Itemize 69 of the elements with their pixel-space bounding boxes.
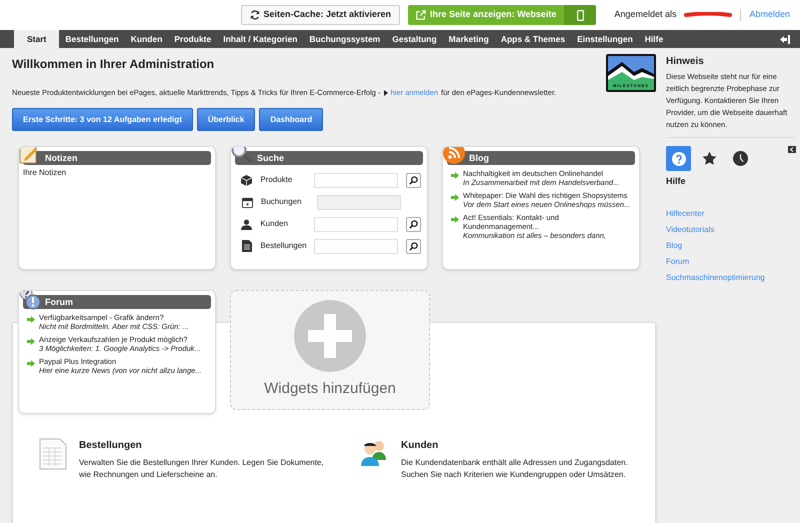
nav-tab[interactable]: Einstellungen (571, 30, 639, 48)
search-label: Produkte (260, 174, 294, 186)
widget-header: Suche (235, 151, 423, 166)
nav-tab[interactable]: Apps & Themes (494, 30, 572, 48)
notepad-icon (19, 147, 39, 164)
notice-title: Hinweis (666, 55, 705, 69)
search-label: Bestellungen (260, 240, 308, 252)
nav-tab[interactable]: Gestaltung (386, 30, 443, 48)
arrow-icon (451, 194, 459, 202)
section-title[interactable]: Kunden (401, 438, 649, 454)
action-button[interactable]: Überblick (196, 108, 256, 132)
nav-tab[interactable]: Bestellungen (59, 30, 125, 48)
refresh-icon (250, 10, 260, 20)
nav-tab[interactable]: Marketing (442, 30, 495, 48)
mobile-view-button[interactable] (564, 5, 596, 25)
logout-icon (780, 34, 790, 44)
section-description: Die Kundendatenbank enthält alle Adressen und Zugangsdaten. Suchen Sie nach Kriterien wie Kundengruppen oder Umsätzen. (401, 457, 629, 482)
help-title: Hilfe (666, 175, 687, 188)
arrow-icon (451, 216, 459, 224)
search-field[interactable] (314, 238, 398, 254)
nav-tab[interactable]: Inhalt / Kategorien (217, 30, 304, 48)
widget-header: Blog (447, 151, 635, 166)
clock-icon (733, 151, 748, 166)
arrow-icon (27, 360, 35, 368)
search-button[interactable] (406, 216, 421, 232)
calendar-icon (242, 196, 252, 208)
help-icon (672, 152, 686, 166)
person-icon (241, 218, 252, 230)
widget-header: Notizen (23, 151, 211, 166)
nav-tab[interactable]: Kunden (124, 30, 168, 48)
logged-in-label: Angemeldet als (614, 8, 676, 22)
add-widget-button[interactable]: Widgets hinzufügen (230, 290, 430, 410)
search-label: Kunden (260, 218, 289, 230)
magnifier-icon (231, 147, 253, 164)
star-icon (702, 151, 717, 166)
nav-tab[interactable]: Hilfe (638, 30, 670, 48)
search-field[interactable] (314, 172, 398, 188)
search-icon (409, 176, 418, 185)
action-button[interactable]: Dashboard (259, 108, 324, 132)
box-icon (241, 174, 252, 186)
phone-icon (576, 10, 584, 20)
nav-tab[interactable]: Buchungssystem (303, 30, 386, 48)
notes-text[interactable]: Ihre Notizen (19, 165, 215, 180)
document-icon (242, 240, 252, 252)
search-icon (409, 220, 418, 229)
cache-button[interactable]: Seiten-Cache: Jetzt aktivieren (240, 5, 400, 25)
caret-icon (384, 90, 388, 96)
action-button[interactable]: Erste Schritte: 3 von 12 Aufgaben erledigt (12, 108, 193, 132)
people-icon (359, 438, 389, 466)
plus-icon (294, 300, 366, 372)
logout-link[interactable]: Abmelden (749, 8, 790, 22)
search-icon (409, 242, 418, 251)
section-title[interactable]: Bestellungen (79, 438, 329, 454)
arrow-icon (27, 338, 35, 346)
section-description: Verwalten Sie die Bestellungen Ihrer Kunden. Legen Sie Dokumente, wie Rechnungen und Lieferscheine an. (79, 457, 325, 482)
arrow-icon (451, 172, 459, 180)
nav-tab[interactable]: Start (14, 30, 60, 48)
arrow-icon (27, 316, 35, 324)
search-button[interactable] (406, 238, 421, 254)
collapse-icon (788, 146, 796, 153)
search-label: Buchungen (261, 196, 302, 208)
nav-tab[interactable]: Produkte (168, 30, 218, 48)
document-icon (39, 438, 67, 470)
search-button[interactable] (406, 172, 421, 188)
widget-header: Forum (23, 295, 211, 310)
page-title: Willkommen in Ihrer Administration (12, 56, 214, 73)
redaction-mark (684, 12, 732, 18)
search-field[interactable] (314, 216, 398, 232)
external-link-icon (416, 10, 426, 20)
